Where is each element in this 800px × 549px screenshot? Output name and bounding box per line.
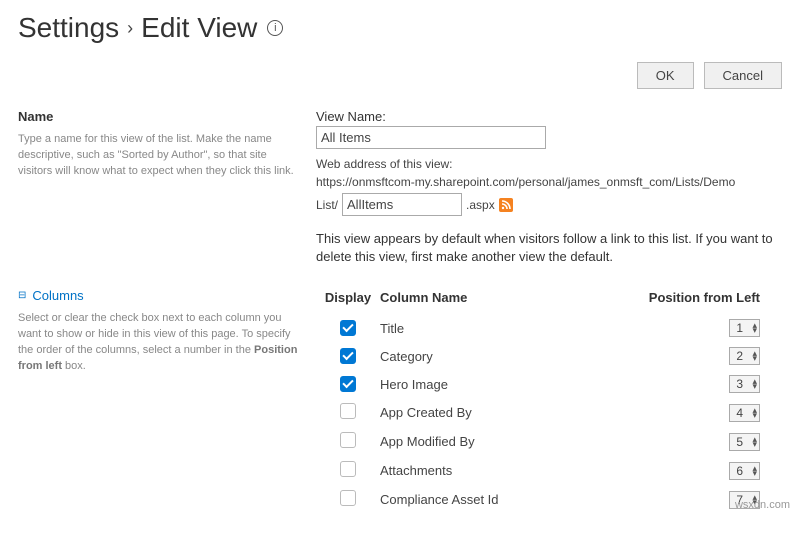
display-checkbox[interactable] xyxy=(340,461,356,477)
display-checkbox[interactable] xyxy=(340,490,356,506)
spinner-icon: ▴▾ xyxy=(747,351,757,361)
table-row: Hero Image 3▴▾ xyxy=(318,371,780,397)
info-icon[interactable]: i xyxy=(267,20,283,36)
rss-icon[interactable] xyxy=(499,198,513,212)
table-row: App Created By 4▴▾ xyxy=(318,399,780,426)
display-checkbox[interactable] xyxy=(340,432,356,448)
columns-heading[interactable]: ⊟ Columns xyxy=(18,288,298,303)
column-name-cell: Hero Image xyxy=(380,371,569,397)
th-display: Display xyxy=(318,290,378,313)
display-checkbox[interactable] xyxy=(340,376,356,392)
table-row: Title 1▴▾ xyxy=(318,315,780,341)
display-checkbox[interactable] xyxy=(340,403,356,419)
table-row: App Modified By 5▴▾ xyxy=(318,428,780,455)
display-checkbox[interactable] xyxy=(340,320,356,336)
th-position: Position from Left xyxy=(571,290,780,313)
table-row: Compliance Asset Id7▴▾ xyxy=(318,486,780,513)
web-address-prefix: List/ xyxy=(316,196,338,214)
section-name: Name Type a name for this view of the li… xyxy=(18,109,782,266)
view-name-label: View Name: xyxy=(316,109,782,124)
column-name-cell: App Modified By xyxy=(380,428,569,455)
view-name-input[interactable] xyxy=(316,126,546,149)
default-view-note: This view appears by default when visito… xyxy=(316,230,782,266)
column-name-cell: Category xyxy=(380,343,569,369)
web-address-page-input[interactable] xyxy=(342,193,462,216)
position-select[interactable]: 5▴▾ xyxy=(729,433,760,451)
position-select[interactable]: 4▴▾ xyxy=(729,404,760,422)
display-checkbox[interactable] xyxy=(340,348,356,364)
column-name-cell: Title xyxy=(380,315,569,341)
web-address-url: https://onmsftcom-my.sharepoint.com/pers… xyxy=(316,175,735,189)
cancel-button[interactable]: Cancel xyxy=(704,62,782,89)
spinner-icon: ▴▾ xyxy=(747,379,757,389)
column-name-cell: App Created By xyxy=(380,399,569,426)
position-select[interactable]: 3▴▾ xyxy=(729,375,760,393)
columns-table: Display Column Name Position from Left T… xyxy=(316,288,782,515)
spinner-icon: ▴▾ xyxy=(747,437,757,447)
breadcrumb-root[interactable]: Settings xyxy=(18,12,119,44)
name-heading: Name xyxy=(18,109,298,124)
columns-help-text: Select or clear the check box next to ea… xyxy=(18,311,298,375)
spinner-icon: ▴▾ xyxy=(747,466,757,476)
watermark: wsxdn.com xyxy=(735,499,790,511)
chevron-right-icon: › xyxy=(127,18,133,39)
column-name-cell: Compliance Asset Id xyxy=(380,486,569,513)
table-row: Attachments 6▴▾ xyxy=(318,457,780,484)
section-columns: ⊟ Columns Select or clear the check box … xyxy=(18,288,782,515)
spinner-icon: ▴▾ xyxy=(747,408,757,418)
position-select[interactable]: 1▴▾ xyxy=(729,319,760,337)
ok-button[interactable]: OK xyxy=(637,62,694,89)
web-address-suffix: .aspx xyxy=(466,196,495,214)
spinner-icon: ▴▾ xyxy=(747,323,757,333)
page-title: Settings › Edit View i xyxy=(18,12,782,44)
top-button-row: OK Cancel xyxy=(18,62,782,89)
web-address-label: Web address of this view: xyxy=(316,157,453,171)
column-name-cell: Attachments xyxy=(380,457,569,484)
breadcrumb-leaf: Edit View xyxy=(141,12,257,44)
table-row: Category 2▴▾ xyxy=(318,343,780,369)
th-column-name: Column Name xyxy=(380,290,569,313)
collapse-icon: ⊟ xyxy=(18,290,26,301)
position-select[interactable]: 2▴▾ xyxy=(729,347,760,365)
name-help-text: Type a name for this view of the list. M… xyxy=(18,132,298,180)
position-select[interactable]: 6▴▾ xyxy=(729,462,760,480)
